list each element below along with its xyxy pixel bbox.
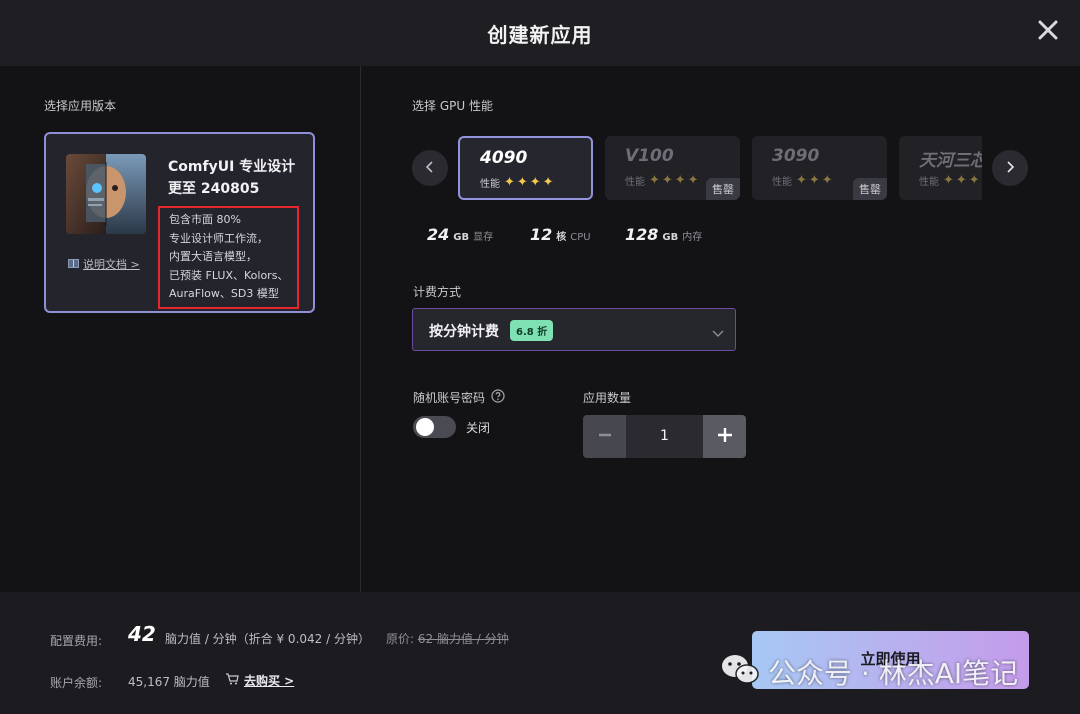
watermark-text: 公众号 · 林杰AI笔记 [768,657,1019,690]
quantity-label: 应用数量 [583,391,632,405]
config-fee-label: 配置费用: [50,634,103,648]
gpu-name: 天河三芯 [919,151,982,171]
app-description-line: 已预装 FLUX、Kolors、 [169,268,289,282]
buy-link[interactable]: 去购买 > [225,672,294,689]
random-account-label-row: 随机账号密码 [413,389,505,406]
cart-icon [225,673,239,688]
gpu-perf-label: 性能 [625,177,645,188]
gpu-card-3090[interactable]: 3090 性能 ✦✦✦ 售罄 [752,136,887,200]
spec-value: 24 [427,225,450,244]
app-description-line: 包含市面 80% [169,213,241,226]
gpu-card-list: 4090 性能 ✦✦✦✦ V100 性能 ✦✦✦✦ 售罄 3090 性能 ✦✦✦ [458,136,982,200]
quantity-value[interactable]: 1 [626,415,703,458]
original-price: 原价: 62 脑力值 / 分钟 [386,630,509,647]
watermark: 公众号 · 林杰AI笔记 [720,652,1018,692]
spec-cpu: 12 核 CPU [530,225,591,244]
close-icon[interactable] [1036,18,1060,42]
app-description-line: 内置大语言模型， [169,250,257,263]
original-price-prefix: 原价: [386,632,415,646]
toggle-knob [416,418,434,436]
app-thumbnail [66,154,146,234]
gpu-section-label: 选择 GPU 性能 [412,99,493,113]
quantity-stepper: 1 [583,415,746,458]
app-name-line2: 更至 240805 [168,181,260,197]
gpu-perf: 性能 ✦✦✦ [919,173,982,188]
gpu-perf: 性能 ✦✦✦✦ [480,175,556,190]
gpu-perf: 性能 ✦✦✦ [772,173,835,188]
spec-value: 128 [625,225,659,244]
chevron-down-icon [711,323,725,342]
book-icon [68,258,79,271]
spec-unit: GB [662,232,679,243]
doc-link-label: 说明文档 > [83,258,140,271]
star-icon: ✦✦✦ [943,173,982,188]
gpu-card-v100[interactable]: V100 性能 ✦✦✦✦ 售罄 [605,136,740,200]
billing-select[interactable]: 按分钟计费 6.8 折 [412,308,736,351]
app-description-highlight: 包含市面 80% 专业设计师工作流， 内置大语言模型， 已预装 FLUX、Kol… [158,206,299,309]
app-name: ComfyUI 专业设计 更至 240805 [168,156,308,200]
random-account-toggle[interactable] [413,416,456,438]
spec-vram: 24 GB 显存 [427,225,493,244]
balance-label: 账户余额: [50,676,103,690]
minus-icon [598,427,612,446]
star-icon: ✦✦✦✦ [504,175,556,190]
dialog-header: 创建新应用 [0,0,1080,66]
gpu-selector: 4090 性能 ✦✦✦✦ V100 性能 ✦✦✦✦ 售罄 3090 性能 ✦✦✦ [412,136,1028,200]
gpu-name: 4090 [480,148,528,168]
gpu-prev-button[interactable] [412,150,448,186]
billing-label: 计费方式 [413,285,462,299]
spec-label: 内存 [682,232,703,243]
gpu-perf-label: 性能 [772,177,792,188]
gpu-name: 3090 [772,146,820,166]
spec-label: 显存 [473,232,494,243]
random-account-state: 关闭 [466,421,491,435]
spec-label: CPU [570,232,591,243]
doc-link[interactable]: 说明文档 > [68,256,140,272]
gpu-card-4090[interactable]: 4090 性能 ✦✦✦✦ [458,136,593,200]
app-version-label: 选择应用版本 [44,99,117,113]
spec-unit: GB [453,232,470,243]
app-description-line: AuraFlow、SD3 模型 [169,287,279,300]
gpu-name: V100 [625,146,674,166]
config-fee-value: 42 [128,622,156,646]
star-icon: ✦✦✦✦ [649,173,701,188]
sold-out-badge: 售罄 [853,178,887,200]
gpu-perf-label: 性能 [480,179,500,190]
sold-out-badge: 售罄 [706,178,740,200]
spec-value: 12 [530,225,553,244]
gpu-perf: 性能 ✦✦✦✦ [625,173,701,188]
gpu-next-button[interactable] [992,150,1028,186]
wechat-icon [720,653,760,691]
quantity-decrement-button[interactable] [583,415,626,458]
config-fee-rate: 脑力值 / 分钟（折合 ¥ 0.042 / 分钟） [165,632,370,646]
dialog-body: 选择应用版本 ComfyUI 专业设计 更至 240805 包含市面 80% 专… [0,66,1080,592]
discount-badge: 6.8 折 [510,320,554,341]
buy-link-label: 去购买 > [244,674,295,688]
plus-icon [717,427,733,447]
gpu-perf-label: 性能 [919,177,939,188]
help-icon[interactable] [491,389,505,406]
balance-value: 45,167 脑力值 [128,675,210,689]
quantity-increment-button[interactable] [703,415,746,458]
random-account-label: 随机账号密码 [413,391,486,405]
dialog-title: 创建新应用 [487,23,593,47]
app-description-line: 专业设计师工作流， [169,231,268,245]
app-name-line1: ComfyUI 专业设计 [168,159,296,175]
spec-memory: 128 GB 内存 [625,225,702,244]
billing-selected-value: 按分钟计费 [429,324,499,340]
gpu-card-tianhe[interactable]: 天河三芯 性能 ✦✦✦ [899,136,982,200]
app-version-card[interactable]: ComfyUI 专业设计 更至 240805 包含市面 80% 专业设计师工作流… [44,132,315,313]
chevron-left-icon [425,159,435,178]
star-icon: ✦✦✦ [796,173,835,188]
app-version-panel: 选择应用版本 ComfyUI 专业设计 更至 240805 包含市面 80% 专… [0,66,361,592]
spec-unit: 核 [556,232,567,243]
chevron-right-icon [1005,159,1015,178]
original-price-value: 62 脑力值 / 分钟 [417,632,509,646]
